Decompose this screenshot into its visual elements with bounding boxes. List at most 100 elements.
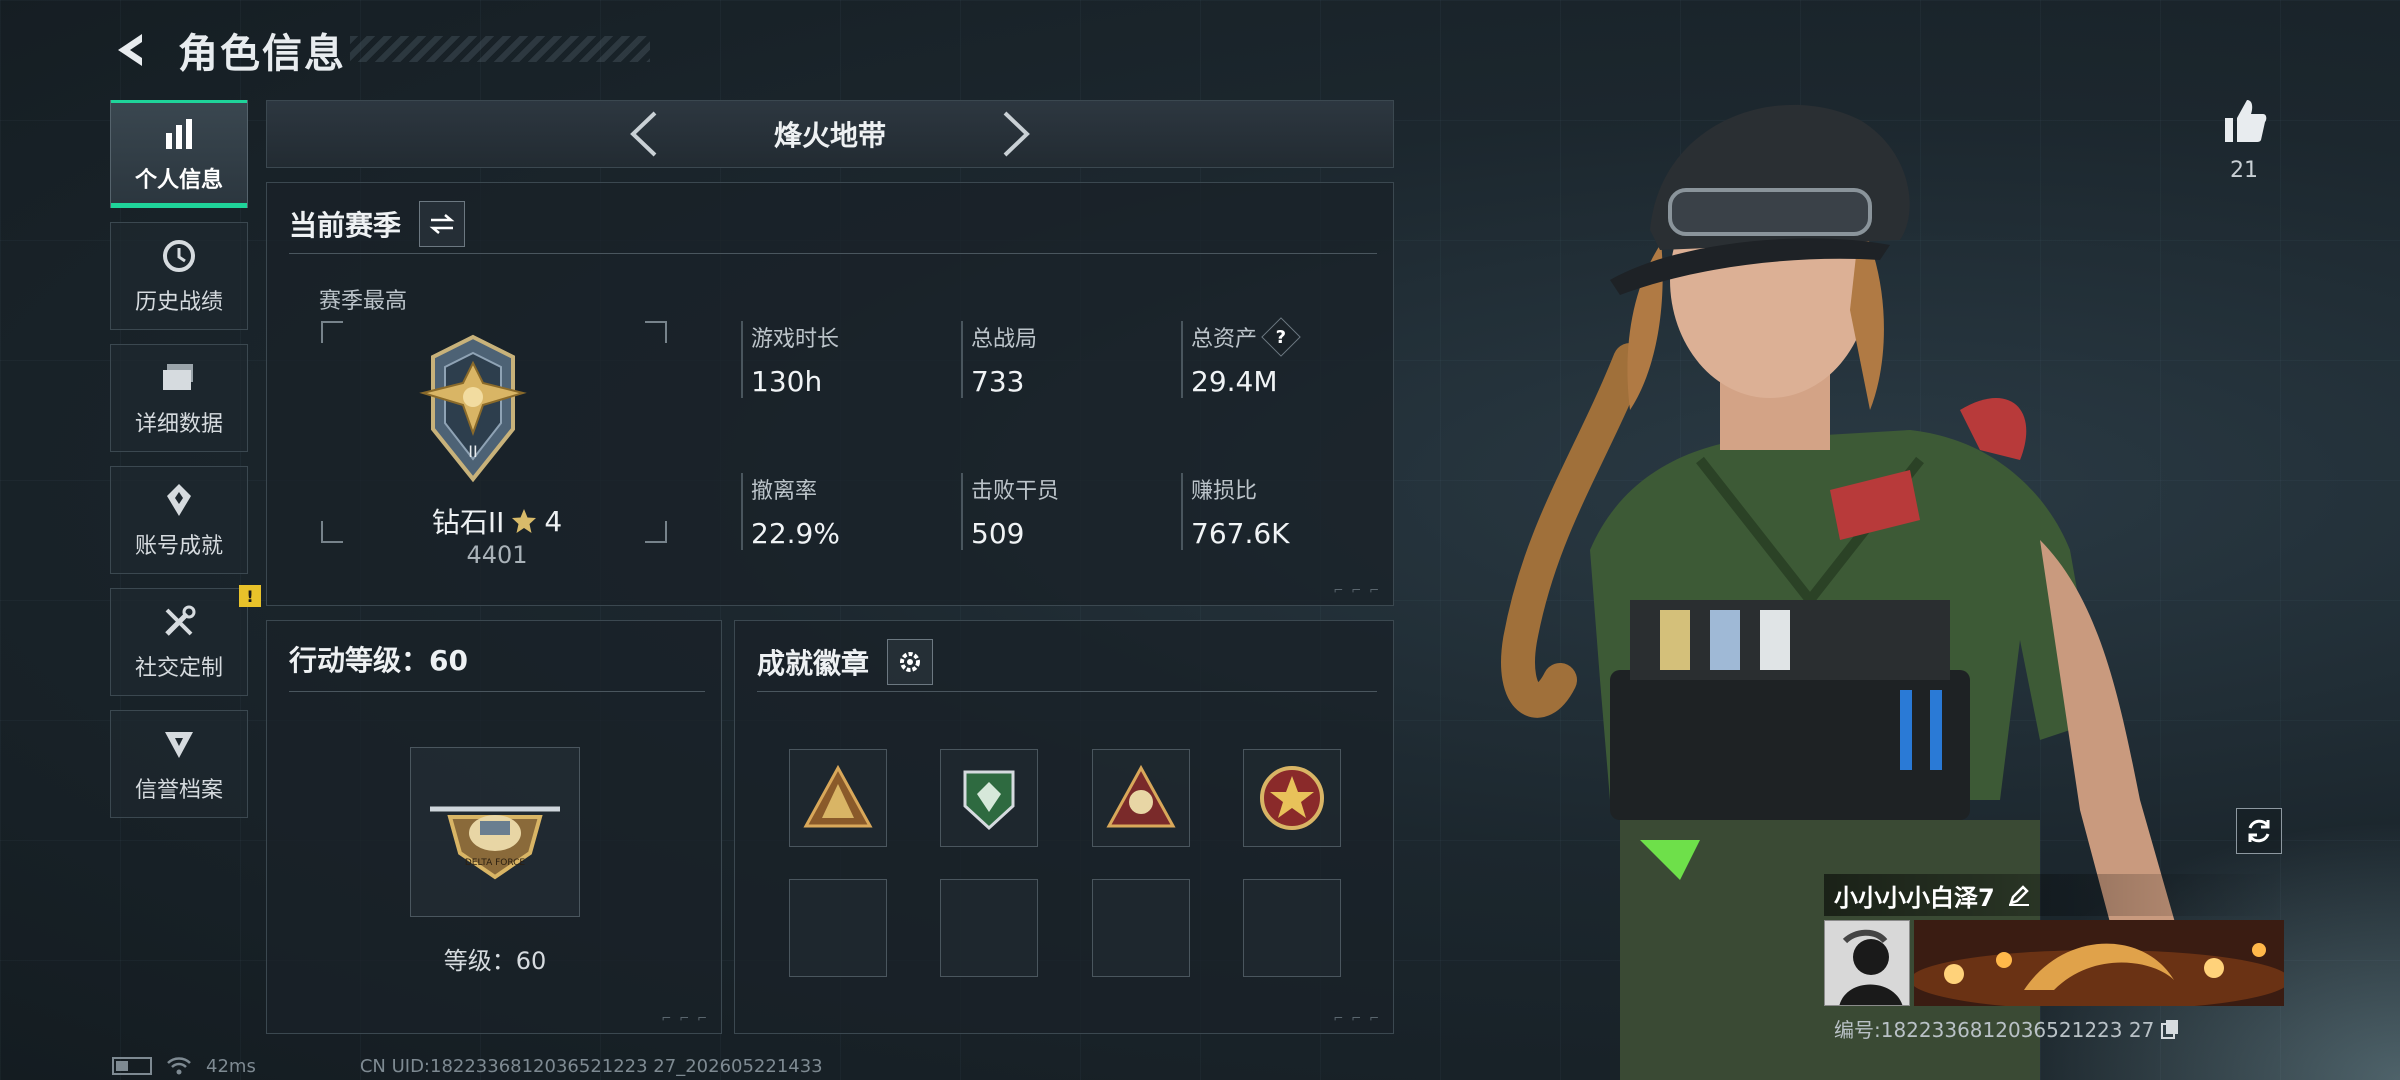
mode-selector: 烽火地带 bbox=[266, 100, 1394, 168]
badge-slot-empty[interactable] bbox=[1243, 879, 1341, 977]
sidebar-item-achievements[interactable]: 账号成就 bbox=[110, 466, 248, 574]
svg-text:II: II bbox=[468, 442, 477, 461]
title-decoration bbox=[350, 36, 650, 62]
badge-slot-empty[interactable] bbox=[789, 879, 887, 977]
level-title: 行动等级：60 bbox=[289, 644, 468, 677]
sidebar-item-label: 社交定制 bbox=[134, 656, 223, 681]
stat-value: 733 bbox=[971, 365, 1025, 398]
sidebar-item-label: 个人信息 bbox=[134, 168, 223, 193]
divider bbox=[289, 691, 705, 692]
status-bar: 42ms CN UID:1822336812036521223 27_20260… bbox=[112, 1054, 823, 1078]
corner-decoration: ⌐ ⌐ ⌐ bbox=[1333, 1011, 1381, 1025]
rank-score: 4401 bbox=[466, 541, 528, 569]
sidebar-item-label: 历史战绩 bbox=[134, 290, 223, 315]
page-header: 角色信息 bbox=[110, 20, 650, 80]
badge-slot[interactable] bbox=[1092, 749, 1190, 847]
badge-slot[interactable] bbox=[789, 749, 887, 847]
alert-badge: ! bbox=[239, 585, 261, 607]
badge-slot[interactable] bbox=[940, 749, 1038, 847]
achievement-badges-panel: 成就徽章 ⌐ ⌐ ⌐ bbox=[734, 620, 1394, 1034]
stat-play-time: 游戏时长 130h bbox=[741, 321, 839, 398]
action-level-panel: 行动等级：60 DELTA FORCE 等级：60 ⌐ ⌐ ⌐ bbox=[266, 620, 722, 1034]
edit-pencil-icon[interactable] bbox=[2007, 883, 2031, 907]
rank-stars: 4 bbox=[544, 504, 563, 538]
level-caption: 等级：60 bbox=[443, 947, 547, 975]
badges-title-text: 成就徽章 bbox=[757, 647, 870, 680]
like-count: 21 bbox=[2230, 158, 2258, 183]
sidebar-item-history[interactable]: 历史战绩 bbox=[110, 222, 248, 330]
season-title: 当前赛季 bbox=[289, 201, 466, 247]
sidebar-item-label: 账号成就 bbox=[134, 534, 223, 559]
achievement-icon bbox=[159, 480, 199, 520]
tools-icon bbox=[159, 602, 199, 642]
stat-label: 总资产 ? bbox=[1191, 317, 1301, 357]
rank-name-text: 钻石II bbox=[431, 506, 505, 539]
refresh-button[interactable] bbox=[2236, 808, 2282, 854]
folder-icon bbox=[159, 358, 199, 398]
ping-value: 42ms bbox=[206, 1055, 256, 1077]
page-title: 角色信息 bbox=[178, 31, 346, 77]
skull-triangle-badge-icon bbox=[1106, 764, 1176, 828]
season-best-label: 赛季最高 bbox=[319, 289, 408, 314]
badge-slot-empty[interactable] bbox=[940, 879, 1038, 977]
stat-label: 游戏时长 bbox=[751, 327, 840, 352]
banner-row bbox=[1824, 920, 2284, 1006]
help-mark: ? bbox=[1275, 326, 1287, 348]
season-switch-button[interactable] bbox=[419, 201, 466, 247]
name-card-banner[interactable] bbox=[1913, 920, 2284, 1006]
sidebar-item-label: 信誉档案 bbox=[134, 778, 223, 803]
badges-title: 成就徽章 bbox=[757, 639, 934, 685]
history-clock-icon bbox=[159, 236, 199, 276]
sidebar-item-detailed-data[interactable]: 详细数据 bbox=[110, 344, 248, 452]
stat-value: 22.9% bbox=[751, 517, 840, 550]
stat-label: 赚损比 bbox=[1191, 479, 1258, 504]
helicopter-emblem-icon: DELTA FORCE bbox=[430, 806, 560, 880]
badges-settings-button[interactable] bbox=[887, 639, 934, 685]
stat-value: 130h bbox=[751, 365, 823, 398]
sidebar-item-credit-record[interactable]: 信誉档案 bbox=[110, 710, 248, 818]
help-icon[interactable]: ? bbox=[1261, 317, 1301, 357]
thumbs-up-icon bbox=[2225, 100, 2267, 142]
wifi-icon bbox=[167, 1057, 191, 1075]
stat-total-assets: 总资产 ? 29.4M bbox=[1181, 317, 1301, 398]
sidebar-item-label: 详细数据 bbox=[134, 412, 223, 437]
player-name-row: 小小小小白泽7 bbox=[1824, 874, 2284, 916]
player-name: 小小小小白泽7 bbox=[1834, 883, 1995, 912]
stat-value: 29.4M bbox=[1191, 365, 1278, 398]
corner-decoration: ⌐ ⌐ ⌐ bbox=[661, 1011, 709, 1025]
corner-decoration: ⌐ ⌐ ⌐ bbox=[1333, 583, 1381, 597]
divider bbox=[757, 691, 1377, 692]
stat-label: 撤离率 bbox=[751, 479, 818, 504]
credit-shield-icon bbox=[159, 724, 199, 764]
star-icon bbox=[512, 509, 537, 533]
badge-slot[interactable] bbox=[1243, 749, 1341, 847]
season-title-text: 当前赛季 bbox=[289, 209, 402, 242]
triangle-badge-icon bbox=[803, 764, 873, 828]
mode-prev-button[interactable] bbox=[624, 109, 664, 159]
season-panel: 当前赛季 赛季最高 II 钻石II 4 4401 游戏时长 130h 总战局 7… bbox=[266, 182, 1394, 606]
level-emblem-box[interactable]: DELTA FORCE bbox=[410, 747, 580, 917]
avatar[interactable] bbox=[1824, 920, 1910, 1006]
star-medal-badge-icon bbox=[1260, 766, 1324, 830]
stat-kills: 击败干员 509 bbox=[961, 473, 1059, 550]
rank-name: 钻石II 4 bbox=[267, 501, 727, 541]
player-card: 小小小小白泽7 编号:1822336812036521223 27 bbox=[1824, 874, 2284, 1043]
mode-next-button[interactable] bbox=[996, 109, 1036, 159]
stat-extract-rate: 撤离率 22.9% bbox=[741, 473, 840, 550]
badge-slot-empty[interactable] bbox=[1092, 879, 1190, 977]
refresh-icon bbox=[2248, 819, 2270, 843]
copy-icon[interactable] bbox=[2160, 1018, 2180, 1040]
swap-icon bbox=[429, 214, 455, 234]
sidebar-item-social-custom[interactable]: ! 社交定制 bbox=[110, 585, 261, 696]
stat-label-text: 总资产 bbox=[1191, 327, 1258, 352]
stat-label: 击败干员 bbox=[971, 479, 1060, 504]
stat-total-matches: 总战局 733 bbox=[961, 321, 1037, 398]
sidebar-item-personal-info[interactable]: 个人信息 bbox=[110, 100, 248, 208]
stat-label: 总战局 bbox=[971, 327, 1038, 352]
divider bbox=[289, 253, 1377, 254]
back-arrow-icon[interactable] bbox=[110, 28, 154, 72]
like-button[interactable]: 21 bbox=[2214, 96, 2274, 183]
player-id-row: 编号:1822336812036521223 27 bbox=[1824, 1014, 2284, 1043]
bar-chart-icon bbox=[159, 114, 199, 154]
player-id: 编号:1822336812036521223 27 bbox=[1834, 1018, 2155, 1042]
